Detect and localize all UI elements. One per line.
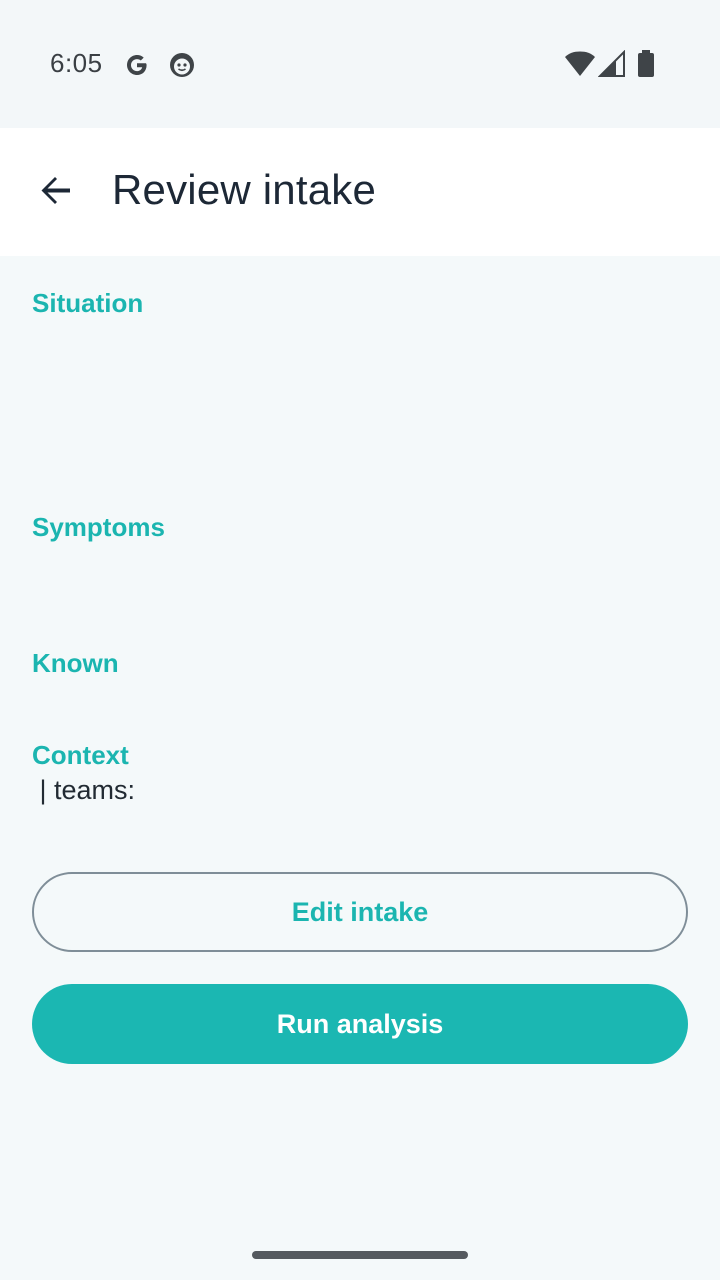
intake-review-content: Situation Symptoms Known Context | teams… [0,256,720,1280]
cellular-signal-icon [597,49,628,80]
known-label: Known [32,648,119,678]
google-icon [122,50,152,80]
wifi-icon [564,50,595,80]
arrow-back-icon [36,170,76,215]
situation-label: Situation [32,288,144,318]
gesture-nav-handle[interactable] [252,1251,468,1259]
status-bar: 6:05 [0,0,720,128]
run-analysis-button[interactable]: Run analysis [32,984,688,1064]
context-value: | teams: [32,775,143,805]
page-title: Review intake [112,166,377,213]
context-label: Context [32,740,129,770]
app-bar: Review intake [0,128,720,256]
status-time: 6:05 [50,48,103,78]
symptoms-label: Symptoms [32,512,165,542]
face-icon [167,50,197,80]
edit-intake-button[interactable]: Edit intake [32,872,688,952]
back-button[interactable] [24,160,88,224]
battery-icon [636,50,666,80]
